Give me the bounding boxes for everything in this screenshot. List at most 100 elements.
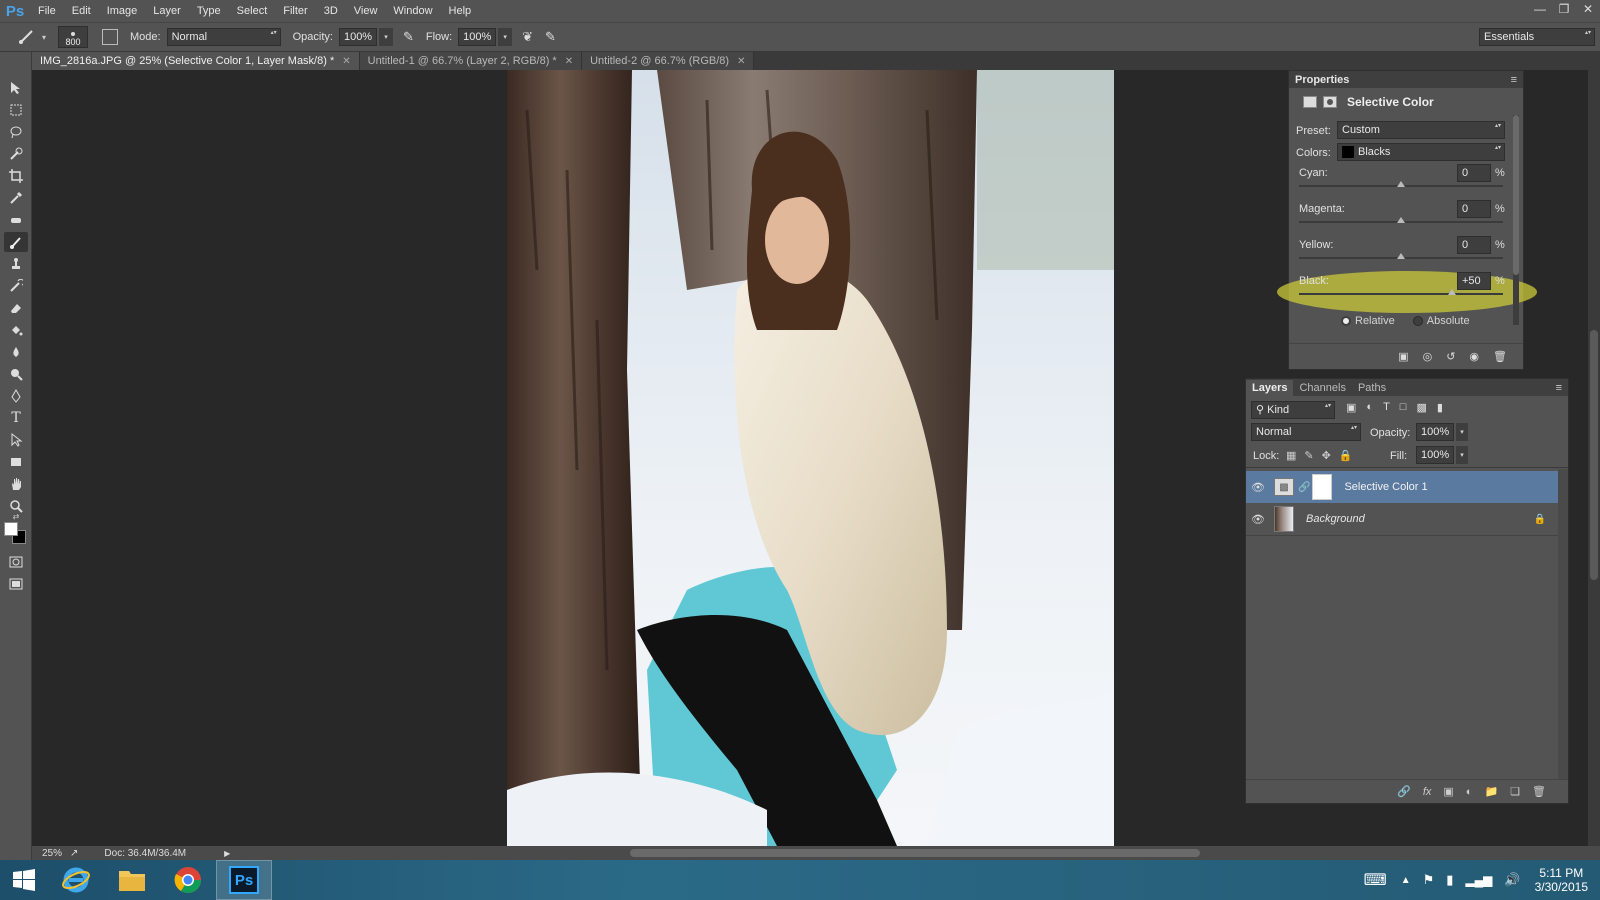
menu-select[interactable]: Select: [229, 5, 276, 17]
menu-window[interactable]: Window: [385, 5, 440, 17]
lock-transparent-icon[interactable]: ▦: [1286, 449, 1296, 462]
dodge-tool-icon[interactable]: [4, 364, 28, 384]
relative-radio[interactable]: [1341, 316, 1351, 326]
horizontal-scrollbar[interactable]: [360, 848, 1200, 858]
colors-select[interactable]: Blacks: [1337, 143, 1505, 161]
zoom-level[interactable]: 25%: [42, 848, 62, 859]
chevron-down-icon[interactable]: ▾: [42, 33, 46, 42]
pixel-filter-icon[interactable]: ▣: [1346, 401, 1356, 414]
menu-3d[interactable]: 3D: [316, 5, 346, 17]
network-signal-icon[interactable]: ▂▄▆: [1465, 873, 1492, 887]
tab-document-3[interactable]: Untitled-2 @ 66.7% (RGB/8) ✕: [582, 52, 755, 70]
status-menu-arrow-icon[interactable]: ▶: [224, 849, 230, 858]
panel-menu-icon[interactable]: ≡: [1556, 382, 1562, 394]
type-tool-icon[interactable]: T: [4, 408, 28, 428]
history-brush-tool-icon[interactable]: [4, 276, 28, 296]
battery-icon[interactable]: ▮: [1446, 872, 1453, 888]
rectangle-tool-icon[interactable]: [4, 452, 28, 472]
action-center-flag-icon[interactable]: ⚑: [1423, 872, 1435, 888]
workspace-select[interactable]: Essentials: [1479, 28, 1595, 46]
view-previous-state-icon[interactable]: ◎: [1423, 350, 1433, 363]
pressure-size-icon[interactable]: ✎: [545, 29, 556, 45]
type-filter-icon[interactable]: T: [1383, 401, 1390, 414]
delete-icon[interactable]: 🗑: [1493, 350, 1507, 363]
scroll-thumb[interactable]: [630, 849, 1200, 857]
brush-tool-icon[interactable]: [4, 232, 28, 252]
tab-document-2[interactable]: Untitled-1 @ 66.7% (Layer 2, RGB/8) * ✕: [359, 52, 583, 70]
blur-tool-icon[interactable]: [4, 342, 28, 362]
export-icon[interactable]: ↗: [70, 848, 78, 859]
show-hidden-icons-icon[interactable]: ▲: [1401, 875, 1411, 886]
swap-colors-icon[interactable]: ⇄: [4, 510, 28, 522]
adjustment-filter-icon[interactable]: ◐: [1366, 401, 1373, 414]
flow-dropdown-icon[interactable]: ▾: [498, 28, 513, 46]
fill-dropdown-icon[interactable]: ▾: [1456, 446, 1468, 464]
restore-icon[interactable]: ❐: [1552, 0, 1576, 18]
layer-mask-thumbnail[interactable]: [1312, 474, 1333, 500]
lock-image-icon[interactable]: ✎: [1304, 449, 1313, 462]
lock-position-icon[interactable]: ✥: [1322, 449, 1331, 462]
layer-opacity-input[interactable]: 100%: [1416, 423, 1454, 441]
layer-name[interactable]: Selective Color 1: [1344, 481, 1427, 493]
opacity-dropdown-icon[interactable]: ▾: [378, 28, 393, 46]
photoshop-taskbar-icon[interactable]: Ps: [216, 860, 272, 900]
menu-type[interactable]: Type: [189, 5, 229, 17]
screen-mode-icon[interactable]: [4, 574, 28, 594]
mode-select[interactable]: Normal: [166, 28, 281, 46]
visibility-icon[interactable]: ◉: [1469, 350, 1479, 363]
clock[interactable]: 5:11 PM 3/30/2015: [1535, 866, 1588, 894]
vertical-scrollbar[interactable]: [1588, 70, 1600, 848]
link-mask-icon[interactable]: 🔗: [1298, 482, 1310, 493]
close-tab-icon[interactable]: ✕: [342, 56, 350, 67]
absolute-label[interactable]: Absolute: [1427, 315, 1470, 327]
fill-input[interactable]: 100%: [1416, 446, 1454, 464]
relative-label[interactable]: Relative: [1355, 315, 1395, 327]
visibility-eye-icon[interactable]: 👁: [1246, 481, 1270, 494]
keyboard-icon[interactable]: ⌨: [1364, 870, 1387, 890]
black-input[interactable]: +50: [1457, 272, 1491, 290]
properties-scrollbar[interactable]: [1513, 115, 1519, 325]
document-photo[interactable]: [507, 70, 1114, 846]
black-slider-track[interactable]: [1299, 293, 1503, 295]
menu-view[interactable]: View: [346, 5, 386, 17]
close-tab-icon[interactable]: ✕: [737, 56, 745, 67]
quick-mask-icon[interactable]: [4, 552, 28, 572]
path-selection-tool-icon[interactable]: [4, 430, 28, 450]
tab-layers[interactable]: Layers: [1246, 380, 1294, 396]
preset-select[interactable]: Custom: [1337, 121, 1505, 139]
layer-row-selective-color[interactable]: 👁 ▩ 🔗 Selective Color 1: [1246, 471, 1558, 503]
volume-icon[interactable]: 🔊: [1504, 872, 1520, 888]
magenta-input[interactable]: 0: [1457, 200, 1491, 218]
menu-filter[interactable]: Filter: [275, 5, 315, 17]
minimize-icon[interactable]: —: [1528, 0, 1552, 18]
filter-toggle-icon[interactable]: ▮: [1437, 401, 1443, 414]
brush-panel-toggle-icon[interactable]: [102, 29, 119, 45]
layer-mask-icon[interactable]: [1323, 96, 1337, 108]
delete-layer-icon[interactable]: 🗑: [1532, 785, 1546, 798]
tab-paths[interactable]: Paths: [1352, 380, 1392, 396]
new-layer-icon[interactable]: ❏: [1510, 785, 1520, 798]
chrome-icon[interactable]: [160, 860, 216, 900]
quick-selection-tool-icon[interactable]: [4, 144, 28, 164]
opacity-input[interactable]: 100%: [338, 28, 377, 46]
panel-menu-icon[interactable]: ≡: [1511, 74, 1517, 86]
paint-bucket-tool-icon[interactable]: [4, 320, 28, 340]
layer-filter-kind[interactable]: ⚲ Kind: [1251, 401, 1335, 419]
clone-stamp-tool-icon[interactable]: [4, 254, 28, 274]
brush-size-picker[interactable]: 800: [58, 26, 89, 48]
start-button[interactable]: [0, 860, 48, 900]
reset-icon[interactable]: ↺: [1446, 350, 1455, 363]
airbrush-icon[interactable]: ❦: [522, 29, 533, 45]
hand-tool-icon[interactable]: [4, 474, 28, 494]
flow-input[interactable]: 100%: [458, 28, 497, 46]
foreground-color-swatch[interactable]: [4, 522, 18, 536]
marquee-tool-icon[interactable]: [4, 100, 28, 120]
eraser-tool-icon[interactable]: [4, 298, 28, 318]
pressure-opacity-icon[interactable]: ✎: [403, 29, 414, 45]
cyan-slider-knob[interactable]: [1397, 181, 1405, 187]
internet-explorer-icon[interactable]: [48, 860, 104, 900]
menu-image[interactable]: Image: [99, 5, 146, 17]
blend-mode-select[interactable]: Normal: [1251, 423, 1361, 441]
black-slider-knob[interactable]: [1448, 289, 1456, 295]
move-tool-icon[interactable]: [4, 78, 28, 98]
